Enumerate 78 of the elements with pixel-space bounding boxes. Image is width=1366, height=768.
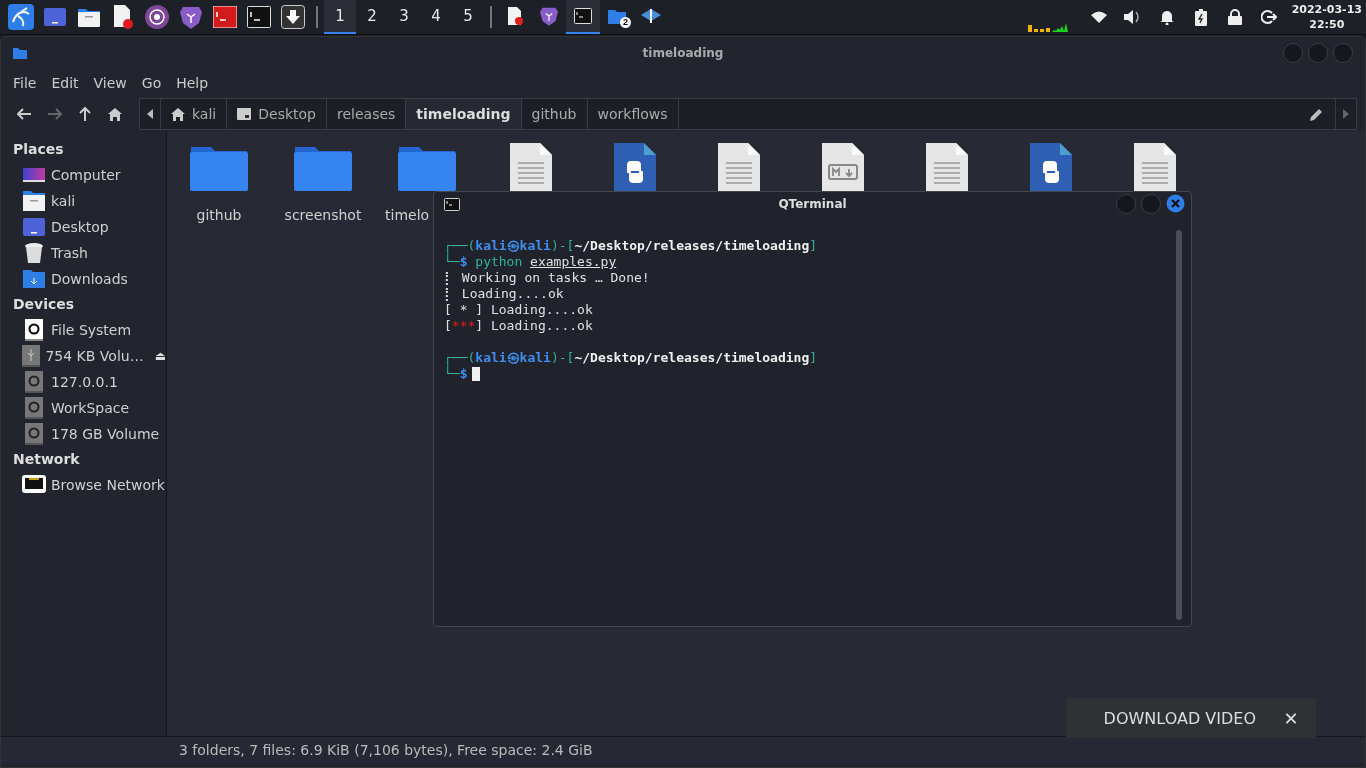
menu-item[interactable]: Edit [51,75,79,91]
sidebar-item[interactable]: Computer [51,167,121,183]
usb-icon [22,345,41,367]
eject-button[interactable]: ⏏ [154,349,166,363]
desktop-icon [22,218,46,236]
workspace-button[interactable]: 5 [452,0,484,34]
home-icon [22,191,46,211]
sidebar-item[interactable]: 178 GB Volume [51,426,160,442]
close-button[interactable] [1166,194,1185,213]
forward-arrow-icon[interactable] [48,108,62,120]
file-name[interactable]: github [196,207,242,223]
menu-item[interactable]: Go [141,75,162,91]
computer-icon [22,168,46,182]
menu-item[interactable]: File [13,75,37,91]
path-button[interactable]: kali [161,99,228,129]
network-icon [22,475,46,495]
drive-icon [22,423,46,445]
path-button[interactable]: Desktop [227,99,327,129]
workspace-button[interactable]: 1 [324,0,356,34]
terminal-line: ⡇ Loading....ok [444,286,564,302]
sidebar-heading: Devices [13,295,76,314]
caret-icon [147,109,153,119]
terminal-icon [574,8,592,24]
caret-icon [1343,109,1349,119]
path-button[interactable]: github [521,99,588,129]
file-name[interactable]: timelo [385,207,430,223]
sidebar-item[interactable]: 127.0.0.1 [51,374,118,390]
status-text: 3 folders, 7 files: 6.9 KiB (7,106 bytes), Free space: 2.4 GiB [179,742,593,758]
downloads-icon [22,270,46,288]
folder-icon [608,8,626,24]
trash-icon [22,243,46,263]
sidebar-item[interactable]: Desktop [51,219,109,235]
sidebar-item[interactable]: WorkSpace [51,400,130,416]
files-task-button[interactable]: 2 [600,0,634,34]
sidebar-heading: Network [13,450,81,469]
terminal-icon [444,197,460,211]
window-title: timeloading [642,46,724,60]
home-icon[interactable] [108,107,122,121]
terminal-line: [***] Loading....ok [444,318,593,334]
terminal-line: ┌──(kali㉿kali)-[~/Desktop/releases/timeloading] [444,350,818,366]
count-badge: 2 [620,17,631,28]
home-icon [171,107,185,121]
clock-time: 22:50 [1309,17,1345,32]
sidebar-item[interactable]: Trash [51,245,88,261]
file-name[interactable]: screenshot [284,207,362,223]
path-button[interactable]: timeloading [406,99,522,129]
terminal-line: └─$ python examples.py [444,254,617,270]
terminal-line: [ * ] Loading....ok [444,302,593,318]
close-button[interactable]: ✕ [1266,698,1316,738]
clock-date: 2022-03-13 [1291,2,1362,17]
terminal-line: ┌──(kali㉿kali)-[~/Desktop/releases/timeloading] [444,238,818,254]
workspace-button[interactable]: 2 [356,0,388,34]
drive-icon [22,397,46,419]
sidebar-item[interactable]: File System [51,322,132,338]
sidebar-item[interactable]: Downloads [51,271,128,287]
sidebar-item[interactable]: kali [51,193,76,209]
window-title: QTerminal [778,197,847,211]
sidebar-item[interactable]: 754 KB Volu… [45,348,144,364]
up-arrow-icon[interactable] [79,107,91,121]
workspace-button[interactable]: 3 [388,0,420,34]
download-video-button[interactable]: DOWNLOAD VIDEO [1066,698,1266,738]
network-icon [641,7,661,25]
sidebar-heading: Places [13,140,65,159]
back-arrow-icon[interactable] [17,108,31,120]
path-button[interactable]: workflows [587,99,679,129]
text-cursor [472,367,481,381]
workspace-button[interactable]: 4 [420,0,452,34]
desktop-icon [237,108,252,120]
menu-item[interactable]: View [93,75,127,91]
folder-icon [13,47,27,59]
menu-item[interactable]: Help [176,75,209,91]
edit-path-icon[interactable] [1310,107,1323,121]
terminal-task-button[interactable] [566,0,600,34]
terminal-line: └─$ [444,366,468,382]
sidebar-item[interactable]: Browse Network [51,477,165,493]
terminal-line: ⡇ Working on tasks … Done! [444,270,650,286]
drive-icon [22,371,46,393]
document-icon [507,7,523,25]
